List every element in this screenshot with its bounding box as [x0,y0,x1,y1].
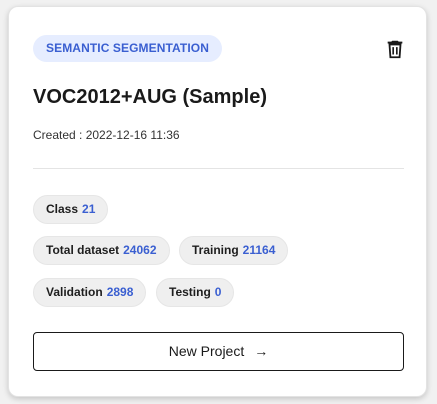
stat-label: Testing [169,285,211,299]
stat-label: Validation [46,285,103,299]
stat-chip-testing: Testing 0 [156,278,235,307]
stat-value: 21164 [242,243,276,257]
arrow-right-icon: → [254,343,269,359]
project-title: VOC2012+AUG (Sample) [33,86,267,108]
stat-value: 24062 [123,243,157,257]
stat-label: Total dataset [46,243,120,257]
stat-chip-class: Class 21 [33,195,109,224]
divider [33,168,404,169]
stat-value: 2898 [106,285,134,299]
new-project-button[interactable]: New Project → [33,332,404,371]
stat-chip-total-dataset: Total dataset 24062 [33,236,170,265]
stat-chip-training: Training 21164 [179,236,289,265]
stat-chip-validation: Validation 2898 [33,278,147,307]
stat-value: 21 [82,202,96,216]
trash-icon[interactable] [384,38,406,60]
stat-label: Class [46,202,79,216]
stat-value: 0 [214,285,222,299]
stat-label: Training [192,243,239,257]
task-type-badge: SEMANTIC SEGMENTATION [33,35,222,62]
created-timestamp: Created : 2022-12-16 11:36 [33,128,180,142]
project-card: SEMANTIC SEGMENTATION VOC2012+AUG (Sampl… [8,6,427,397]
new-project-label: New Project [168,343,245,359]
